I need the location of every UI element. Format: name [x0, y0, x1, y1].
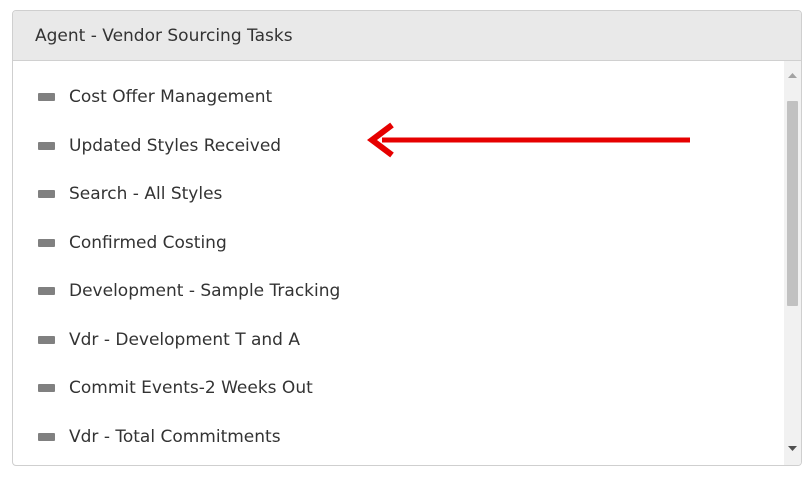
- task-item-vdr-development-t-and-a[interactable]: Vdr - Development T and A: [38, 316, 340, 365]
- square-bullet-icon: [38, 93, 55, 102]
- red-arrow-left-icon: [367, 122, 690, 158]
- panel-header: Agent - Vendor Sourcing Tasks: [13, 11, 801, 61]
- square-bullet-icon: [38, 384, 55, 393]
- vertical-scrollbar[interactable]: [784, 61, 801, 465]
- task-list: Cost Offer Management Updated Styles Rec…: [38, 81, 340, 461]
- task-item-vdr-total-commitments[interactable]: Vdr - Total Commitments: [38, 413, 340, 462]
- square-bullet-icon: [38, 335, 55, 344]
- task-item-development-sample-tracking[interactable]: Development - Sample Tracking: [38, 267, 340, 316]
- scrollbar-thumb[interactable]: [787, 101, 798, 306]
- task-label: Development - Sample Tracking: [69, 281, 341, 302]
- task-label: Vdr - Development T and A: [69, 329, 301, 350]
- task-label: Commit Events-2 Weeks Out: [69, 378, 313, 399]
- square-bullet-icon: [38, 287, 55, 296]
- square-bullet-icon: [38, 190, 55, 199]
- task-item-search-all-styles[interactable]: Search - All Styles: [38, 170, 340, 219]
- square-bullet-icon: [38, 141, 55, 150]
- panel-title: Agent - Vendor Sourcing Tasks: [35, 25, 293, 46]
- scroll-up-arrow-icon[interactable]: [784, 67, 801, 84]
- task-label: Vdr - Total Commitments: [69, 426, 281, 447]
- task-label: Cost Offer Management: [69, 87, 273, 108]
- task-label: Search - All Styles: [69, 184, 223, 205]
- vendor-sourcing-tasks-panel: Agent - Vendor Sourcing Tasks Cost Offer…: [12, 10, 802, 466]
- task-item-commit-events-2-weeks-out[interactable]: Commit Events-2 Weeks Out: [38, 364, 340, 413]
- square-bullet-icon: [38, 238, 55, 247]
- task-label: Confirmed Costing: [69, 232, 227, 253]
- square-bullet-icon: [38, 432, 55, 441]
- task-item-cost-offer-management[interactable]: Cost Offer Management: [38, 73, 340, 122]
- task-item-updated-styles-received[interactable]: Updated Styles Received: [38, 122, 340, 171]
- scroll-down-arrow-icon[interactable]: [784, 440, 801, 457]
- task-label: Updated Styles Received: [69, 135, 282, 156]
- task-item-confirmed-costing[interactable]: Confirmed Costing: [38, 219, 340, 268]
